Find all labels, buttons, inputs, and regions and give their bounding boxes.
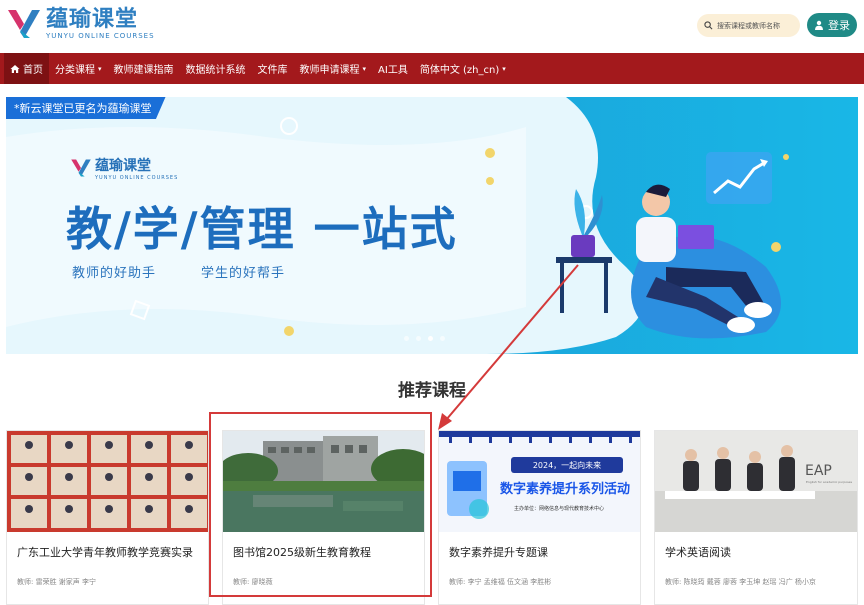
- course-title[interactable]: 数字素养提升专题课: [449, 544, 548, 560]
- poster-organizer: 主办单位：网络信息与现代教育技术中心: [514, 505, 604, 512]
- login-label: 登录: [828, 19, 850, 32]
- course-thumbnail: [7, 431, 208, 532]
- nav-item-course-guide[interactable]: 教师建课指南: [108, 53, 180, 84]
- search-box[interactable]: [697, 14, 800, 37]
- chevron-down-icon: ▾: [98, 64, 102, 73]
- nav-label: 首页: [23, 65, 43, 76]
- page: 蕴瑜课堂 YUNYU ONLINE COURSES 登录 首页: [0, 0, 864, 605]
- carousel-dot[interactable]: [440, 336, 445, 341]
- nav-label: 分类课程: [55, 65, 95, 76]
- nav-label: 简体中文 (zh_cn): [419, 65, 500, 76]
- hero-banner[interactable]: *新云课堂已更名为蕴瑜课堂 蕴瑜课堂 YUNYU ONLINE COURSES …: [6, 97, 858, 354]
- poster-headline: 数字素养提升系列活动: [500, 481, 630, 497]
- home-icon: [10, 64, 20, 73]
- carousel-dot[interactable]: [404, 336, 409, 341]
- course-teachers: 教师: 李宁 孟维福 伍文涵 李胜彬: [449, 578, 552, 586]
- banner-logo: 蕴瑜课堂 YUNYU ONLINE COURSES: [70, 155, 178, 181]
- course-list: 广东工业大学青年教师教学竞赛实录 教师: 雷荣胜 谢家声 李宁 图书馆2025级…: [6, 430, 858, 605]
- course-thumbnail: 2024，一起向未来 数字素养提升系列活动 主办单位：网络信息与现代教育技术中心: [439, 431, 640, 532]
- logo-mark-icon: [71, 159, 91, 177]
- search-input[interactable]: [717, 21, 797, 30]
- course-card[interactable]: EAP English for academic purposes 学术英语阅读…: [654, 430, 858, 605]
- poster-year-line: 2024，一起向未来: [533, 460, 601, 470]
- banner-notice-ribbon: *新云课堂已更名为蕴瑜课堂: [6, 97, 166, 119]
- course-teachers: 教师: 廖晓薇: [233, 578, 273, 586]
- nav-item-apply-course[interactable]: 教师申请课程 ▾: [294, 53, 373, 84]
- course-title[interactable]: 学术英语阅读: [665, 544, 731, 560]
- logo-title: 蕴瑜课堂: [46, 6, 139, 32]
- nav-label: 文件库: [257, 65, 288, 76]
- course-title[interactable]: 图书馆2025级新生教育教程: [233, 544, 371, 560]
- banner-headline: 教/学/管理 一站式: [66, 202, 458, 256]
- user-icon: [815, 20, 823, 30]
- search-icon: [704, 21, 713, 30]
- course-card[interactable]: 图书馆2025级新生教育教程 教师: 廖晓薇: [222, 430, 425, 605]
- course-teachers: 教师: 雷荣胜 谢家声 李宁: [17, 578, 97, 586]
- carousel-dot-active[interactable]: [428, 336, 433, 341]
- course-teachers: 教师: 陈晓筠 戴蓉 廖蓉 李玉坤 赵瑶 冯广 杨小京: [665, 578, 816, 586]
- banner-logo-title: 蕴瑜课堂: [95, 158, 151, 174]
- chevron-down-icon: ▾: [362, 64, 367, 73]
- nav-label: 教师建课指南: [113, 65, 174, 76]
- course-thumbnail: [223, 431, 424, 532]
- course-card[interactable]: 2024，一起向未来 数字素养提升系列活动 主办单位：网络信息与现代教育技术中心…: [438, 430, 641, 605]
- nav-item-language[interactable]: 简体中文 (zh_cn) ▾: [414, 53, 512, 84]
- nav-item-ai-tools[interactable]: AI工具: [372, 53, 414, 84]
- logo-subtitle: YUNYU ONLINE COURSES: [46, 31, 155, 40]
- nav-label: 教师申请课程: [299, 65, 360, 76]
- carousel-dot[interactable]: [416, 336, 421, 341]
- main-nav: 首页 分类课程 ▾ 教师建课指南 数据统计系统 文件库 教师申请课程 ▾ AI工具 …: [0, 53, 864, 84]
- site-logo[interactable]: 蕴瑜课堂 YUNYU ONLINE COURSES: [6, 6, 155, 42]
- nav-label: 数据统计系统: [185, 65, 246, 76]
- login-button[interactable]: 登录: [807, 13, 857, 37]
- nav-item-categories[interactable]: 分类课程 ▾: [49, 53, 108, 84]
- course-thumbnail: EAP English for academic purposes: [655, 431, 857, 532]
- site-header: 蕴瑜课堂 YUNYU ONLINE COURSES 登录: [0, 0, 864, 53]
- banner-tagline-student: 学生的好帮手: [201, 266, 286, 281]
- logo-mark-icon: [8, 10, 40, 38]
- poster-eap-sub: English for academic purposes: [806, 480, 852, 484]
- nav-item-home[interactable]: 首页: [4, 53, 49, 84]
- carousel-indicators: [404, 336, 445, 341]
- nav-item-file-library[interactable]: 文件库: [252, 53, 294, 84]
- banner-logo-subtitle: YUNYU ONLINE COURSES: [95, 175, 179, 181]
- course-title[interactable]: 广东工业大学青年教师教学竞赛实录: [17, 544, 193, 560]
- poster-eap-label: EAP: [805, 463, 832, 479]
- nav-label: AI工具: [378, 65, 408, 76]
- recommended-courses-title: 推荐课程: [398, 381, 466, 401]
- chevron-down-icon: ▾: [502, 64, 506, 73]
- nav-item-statistics[interactable]: 数据统计系统: [180, 53, 252, 84]
- course-card[interactable]: 广东工业大学青年教师教学竞赛实录 教师: 雷荣胜 谢家声 李宁: [6, 430, 209, 605]
- banner-tagline-teacher: 教师的好助手: [72, 266, 157, 281]
